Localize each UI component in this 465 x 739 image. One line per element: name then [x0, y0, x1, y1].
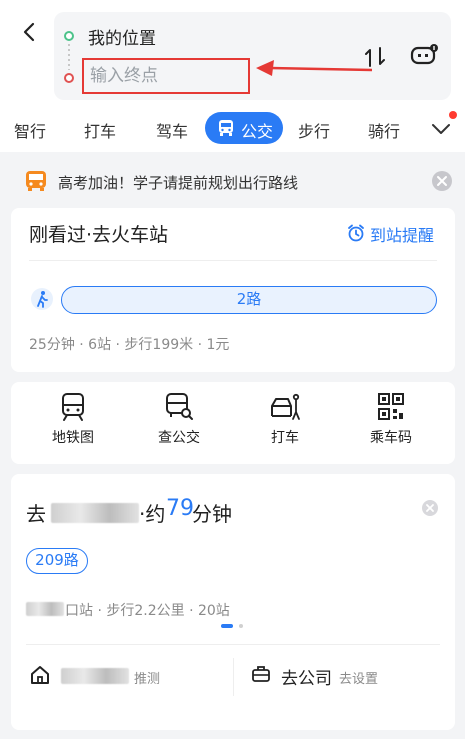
suggested-destination-card[interactable]: 去 ·约 79 分钟 209路 口站 · 步行2.2公里 · 20站 推测 去公…	[11, 474, 455, 730]
alarm-clock-icon	[348, 224, 364, 242]
notification-dot	[449, 111, 457, 119]
end-dot-icon	[64, 73, 74, 83]
chevron-down-icon[interactable]	[430, 118, 452, 140]
bus-notice-icon	[26, 171, 46, 191]
destination-minutes: 79	[166, 496, 194, 521]
bus-search-icon	[166, 393, 193, 420]
route-meta: 25分钟 · 6站 · 步行199米 · 1元	[29, 337, 230, 353]
blurred-home-address	[61, 668, 129, 684]
transport-mode-tabs: 智行 打车 驾车 公交 步行 骑行	[0, 108, 465, 152]
subway-icon	[62, 393, 84, 421]
go-to-office-button[interactable]: 去公司	[281, 664, 332, 689]
tab-taxi[interactable]: 打车	[84, 118, 116, 142]
home-icon	[31, 666, 49, 684]
divider	[29, 260, 437, 261]
qr-code-icon	[378, 393, 404, 420]
blurred-station-name	[26, 602, 64, 616]
start-dot-icon	[64, 31, 74, 41]
tab-walk[interactable]: 步行	[298, 118, 330, 142]
bus-search-button[interactable]: 查公交	[139, 392, 219, 447]
tab-smart[interactable]: 智行	[14, 118, 46, 142]
route-segment-pill[interactable]: 2路	[61, 286, 437, 314]
taxi-icon	[271, 393, 300, 420]
taxi-button[interactable]: 打车	[245, 392, 325, 447]
tab-drive[interactable]: 驾车	[156, 118, 188, 142]
game-entry-icon[interactable]	[410, 43, 438, 67]
recent-title: 刚看过·去火车站	[29, 224, 169, 246]
destination-prefix: 去	[26, 502, 46, 526]
tool-label: 地铁图	[52, 430, 94, 446]
bus-icon	[219, 120, 233, 136]
destination-meta: 口站 · 步行2.2公里 · 20站	[65, 603, 230, 619]
page-dot-active	[221, 624, 233, 628]
tab-transit-label: 公交	[241, 122, 274, 141]
tool-label: 打车	[271, 430, 299, 446]
divider	[26, 644, 440, 645]
page-dot	[239, 624, 243, 628]
blurred-destination-name	[51, 503, 139, 523]
notice-text: 高考加油！学子请提前规划出行路线	[58, 174, 299, 192]
search-header: 我的位置	[0, 0, 465, 108]
divider	[233, 658, 234, 696]
swap-route-icon[interactable]	[362, 44, 388, 70]
destination-suffix: 分钟	[192, 502, 232, 526]
annotation-arrow-icon	[256, 60, 373, 76]
route-input-box: 我的位置	[54, 12, 451, 100]
briefcase-icon	[252, 666, 270, 682]
subway-map-button[interactable]: 地铁图	[33, 392, 113, 447]
tool-label: 查公交	[158, 430, 200, 446]
home-inferred-label: 推测	[134, 672, 161, 687]
route-connector	[68, 44, 70, 70]
arrival-reminder-button[interactable]: 到站提醒	[370, 222, 434, 246]
tab-bike[interactable]: 骑行	[368, 118, 400, 142]
end-input-highlight	[82, 58, 250, 94]
start-location[interactable]: 我的位置	[88, 24, 156, 49]
destination-mid: ·约	[139, 502, 166, 526]
back-arrow-icon[interactable]	[18, 20, 42, 44]
ride-code-button[interactable]: 乘车码	[351, 392, 431, 447]
close-icon[interactable]	[422, 500, 438, 516]
destination-input[interactable]	[90, 66, 240, 86]
walk-icon	[31, 288, 53, 310]
bus-line-badge[interactable]: 209路	[26, 548, 88, 574]
tool-label: 乘车码	[370, 430, 412, 446]
close-icon[interactable]	[432, 171, 452, 191]
tab-transit[interactable]: 公交	[205, 112, 283, 144]
recent-route-card[interactable]: 刚看过·去火车站 到站提醒 2路 25分钟 · 6站 · 步行199米 · 1元	[11, 208, 455, 372]
set-office-link[interactable]: 去设置	[339, 668, 378, 687]
tools-card: 地铁图 查公交 打车 乘车码	[11, 382, 455, 464]
